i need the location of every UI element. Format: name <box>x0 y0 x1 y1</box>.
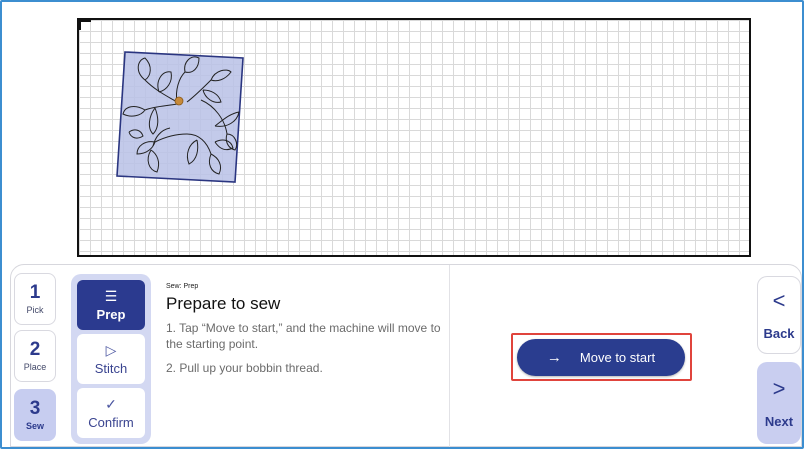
step-label: Pick <box>26 305 44 315</box>
panel-divider <box>449 265 450 447</box>
step-number: 2 <box>29 339 41 360</box>
checklist-icon: ☰ <box>104 288 118 304</box>
sewing-canvas[interactable] <box>77 18 751 257</box>
design-bounding-square <box>116 51 244 183</box>
move-to-start-button[interactable]: → Move to start <box>517 339 685 376</box>
substep-column: ☰ Prep ▷ Stitch ✓ Confirm <box>71 274 151 444</box>
step-number: 1 <box>29 282 41 303</box>
chevron-right-icon: > <box>772 375 786 401</box>
chevron-left-icon: < <box>772 287 786 313</box>
step-place[interactable]: 2 Place <box>14 330 56 382</box>
next-label: Next <box>764 413 794 429</box>
move-to-start-label: Move to start <box>579 350 656 365</box>
start-point-marker <box>174 96 184 106</box>
quilt-design-block[interactable] <box>115 50 245 184</box>
next-button[interactable]: > Next <box>757 362 801 444</box>
substep-label: Prep <box>96 307 126 322</box>
substep-prep[interactable]: ☰ Prep <box>77 280 145 330</box>
back-button[interactable]: < Back <box>757 276 801 354</box>
canvas-origin-marker <box>79 20 91 30</box>
substep-stitch[interactable]: ▷ Stitch <box>77 334 145 384</box>
back-label: Back <box>763 325 795 341</box>
instruction-step-2: 2. Pull up your bobbin thread. <box>166 361 323 375</box>
page-title: Prepare to sew <box>166 294 281 313</box>
substep-confirm[interactable]: ✓ Confirm <box>77 388 145 438</box>
checkmark-icon: ✓ <box>105 396 117 412</box>
substep-label: Stitch <box>94 361 128 376</box>
play-outline-icon: ▷ <box>105 342 117 358</box>
instruction-step-1: 1. Tap “Move to start,” and the machine … <box>166 321 441 351</box>
step-number: 3 <box>29 398 41 419</box>
step-sew[interactable]: 3 Sew <box>14 389 56 441</box>
substep-label: Confirm <box>88 415 134 430</box>
arrow-right-icon: → <box>546 349 562 366</box>
step-label: Place <box>23 362 47 372</box>
breadcrumb: Sew: Prep <box>166 283 199 290</box>
step-pick[interactable]: 1 Pick <box>14 273 56 325</box>
step-label: Sew <box>25 421 44 431</box>
instructions-block: Sew: Prep Prepare to sew 1. Tap “Move to… <box>166 283 446 376</box>
